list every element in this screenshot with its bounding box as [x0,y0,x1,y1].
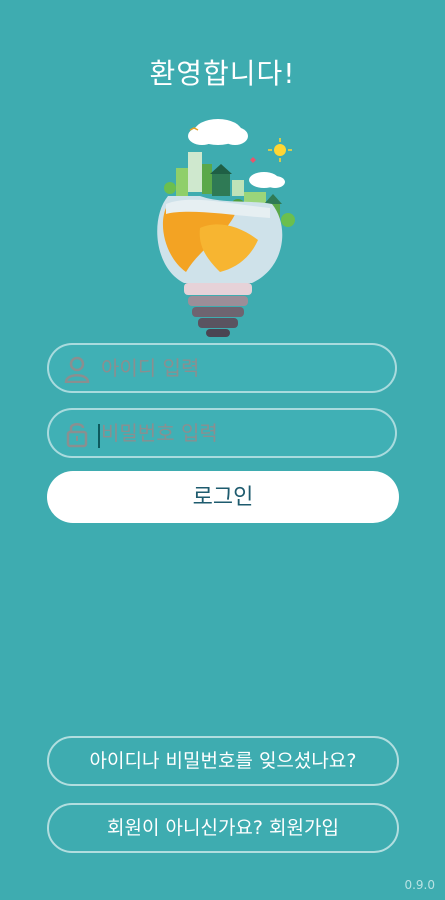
lock-icon [66,423,88,448]
id-field[interactable] [47,343,397,393]
eco-lightbulb-illustration [157,119,295,337]
text-cursor [98,424,100,448]
page-title: 환영합니다! [149,57,296,90]
forgot-credentials-button[interactable]: 아이디나 비밀번호를 잊으셨나요? [47,736,399,786]
version-label: 0.9.0 [404,878,435,892]
signup-button[interactable]: 회원이 아니신가요? 회원가입 [47,803,399,853]
login-button[interactable]: 로그인 [47,471,399,523]
id-input[interactable] [101,351,381,385]
user-icon [64,356,90,383]
password-input[interactable] [101,416,381,450]
